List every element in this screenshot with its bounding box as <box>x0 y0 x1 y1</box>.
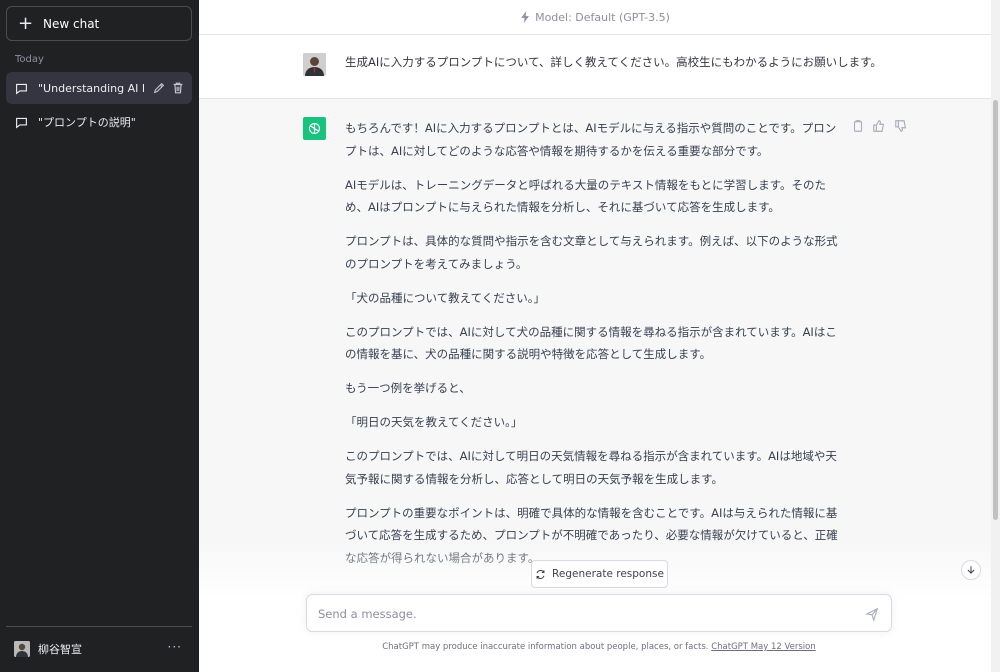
answer-paragraph: AIモデルは、トレーニングデータと呼ばれる大量のテキスト情報をもとに学習します。… <box>345 177 827 215</box>
answer-paragraph: プロンプトは、具体的な質問や指示を含む文章として与えられます。例えば、以下のよう… <box>345 234 838 271</box>
answer-paragraph: 「犬の品種について教えてください。」 <box>345 290 545 305</box>
user-avatar <box>303 53 326 76</box>
user-message-text: 生成AIに入力するプロンプトについて、詳しく教えてください。高校生にもわかるよう… <box>345 55 882 69</box>
conversation-title: "Understanding AI Pro <box>38 81 144 95</box>
user-message: 生成AIに入力するプロンプトについて、詳しく教えてください。高校生にもわかるよう… <box>199 35 991 99</box>
assistant-message-text: もちろんです！AIに入力するプロンプトとは、AIモデルに与える指示や質問のことで… <box>345 117 845 581</box>
user-menu[interactable]: 柳谷智宣 ··· <box>6 632 192 666</box>
trash-icon[interactable] <box>171 81 185 95</box>
sidebar-divider <box>6 626 192 627</box>
scroll-to-bottom-button[interactable] <box>961 560 981 580</box>
disclaimer: ChatGPT may produce inaccurate informati… <box>199 642 999 652</box>
answer-paragraph: もう一つ例を挙げると、 <box>345 381 471 395</box>
chat-bubble-icon <box>16 117 27 129</box>
conversation-item-active[interactable]: "Understanding AI Pro <box>6 72 192 104</box>
conversation-item[interactable]: "プロンプトの説明" <box>6 106 192 138</box>
thumbs-down-icon[interactable] <box>894 119 908 133</box>
answer-paragraph: このプロンプトでは、AIに対して明日の天気情報を尋ねる指示が含まれています。AI… <box>345 449 837 486</box>
user-name: 柳谷智宣 <box>38 643 82 656</box>
model-label: Model: Default (GPT-3.5) <box>535 10 670 24</box>
arrow-down-icon <box>967 566 975 574</box>
disclaimer-text: ChatGPT may produce inaccurate informati… <box>382 642 712 652</box>
edit-pencil-icon[interactable] <box>152 81 166 95</box>
sidebar: + New chat Today "Understanding AI Pro "… <box>0 0 199 672</box>
answer-paragraph: 「明日の天気を教えてください。」 <box>345 415 523 429</box>
section-today-label: Today <box>15 54 44 65</box>
model-header: Model: Default (GPT-3.5) <box>199 0 991 35</box>
plus-icon: + <box>18 12 34 34</box>
new-chat-label: New chat <box>43 16 100 31</box>
message-composer <box>306 594 892 632</box>
message-input[interactable] <box>318 603 848 625</box>
conversation-title: "プロンプトの説明" <box>38 116 136 129</box>
avatar <box>14 641 30 657</box>
copy-icon[interactable] <box>851 119 865 133</box>
version-link[interactable]: ChatGPT May 12 Version <box>711 642 816 652</box>
new-chat-button[interactable]: + New chat <box>6 6 192 41</box>
regenerate-label: Regenerate response <box>552 568 664 580</box>
scrollbar-thumb[interactable] <box>993 100 998 520</box>
chat-bubble-icon <box>16 83 27 95</box>
more-icon[interactable]: ··· <box>168 640 182 654</box>
regenerate-response-button[interactable]: Regenerate response <box>531 560 668 588</box>
chatgpt-logo-icon <box>303 117 326 140</box>
lightning-icon <box>521 11 530 23</box>
send-icon[interactable] <box>865 607 879 621</box>
answer-paragraph: もちろんです！AIに入力するプロンプトとは、AIモデルに与える指示や質問のことで… <box>345 121 837 158</box>
refresh-icon <box>536 569 545 579</box>
answer-paragraph: このプロンプトでは、AIに対して犬の品種に関する情報を尋ねる指示が含まれています… <box>345 324 837 362</box>
thumbs-up-icon[interactable] <box>872 119 886 133</box>
chat-main: Model: Default (GPT-3.5) 生成AIに入力するプロンプトに… <box>199 0 1000 672</box>
